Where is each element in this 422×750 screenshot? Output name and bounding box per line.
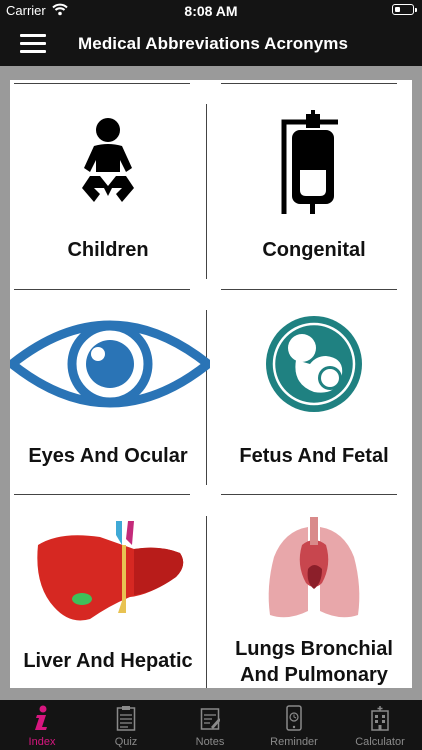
tab-reminder[interactable]: Reminder [252,700,336,750]
category-label: Liver And Hepatic [23,650,193,672]
phone-icon [286,705,302,731]
category-eyes[interactable]: Eyes And Ocular [10,296,210,491]
eye-icon [10,320,210,408]
tab-bar: Index Quiz Notes Reminder Calculator [0,700,422,750]
tab-quiz[interactable]: Quiz [84,700,168,750]
hamburger-menu-icon[interactable] [20,34,46,54]
grid-divider [14,83,190,84]
tab-calculator[interactable]: Calculator [338,700,422,750]
category-label: Lungs Bronchial [235,638,393,660]
clipboard-icon [116,706,136,731]
fetus-icon [266,316,362,412]
tab-notes[interactable]: Notes [168,700,252,750]
category-children[interactable]: Children [10,90,206,285]
category-label: And Pulmonary [240,664,388,686]
nav-bar: Medical Abbreviations Acronyms [0,22,422,66]
grid-divider [206,104,207,279]
iv-bag-icon [281,110,338,214]
tab-index[interactable]: Index [0,700,84,750]
hospital-icon [371,706,389,731]
info-icon [35,705,47,730]
category-congenital[interactable]: Congenital [216,90,412,285]
grid-divider [14,289,190,290]
category-label: Fetus And Fetal [239,445,389,467]
status-time: 8:08 AM [184,3,238,19]
category-label: Congenital [262,239,366,261]
category-label: Eyes And Ocular [28,445,188,467]
grid-divider [14,494,190,495]
category-label: Children [67,239,149,261]
category-liver[interactable]: Liver And Hepatic [10,501,206,688]
grid-divider [221,494,397,495]
page-title: Medical Abbreviations Acronyms [78,34,349,53]
baby-icon [82,118,134,202]
notes-icon [200,708,220,730]
battery-icon [392,4,417,15]
grid-divider [221,289,397,290]
liver-icon [37,521,184,621]
category-lungs[interactable]: Lungs Bronchial And Pulmonary [216,501,412,688]
category-fetus[interactable]: Fetus And Fetal [216,296,412,491]
status-bar: Carrier 8:08 AM [0,0,422,22]
lungs-icon [268,517,360,618]
grid-divider [221,83,397,84]
category-grid: Children Congenital Eyes And Ocular Fetu… [10,80,412,688]
grid-divider [206,516,207,688]
